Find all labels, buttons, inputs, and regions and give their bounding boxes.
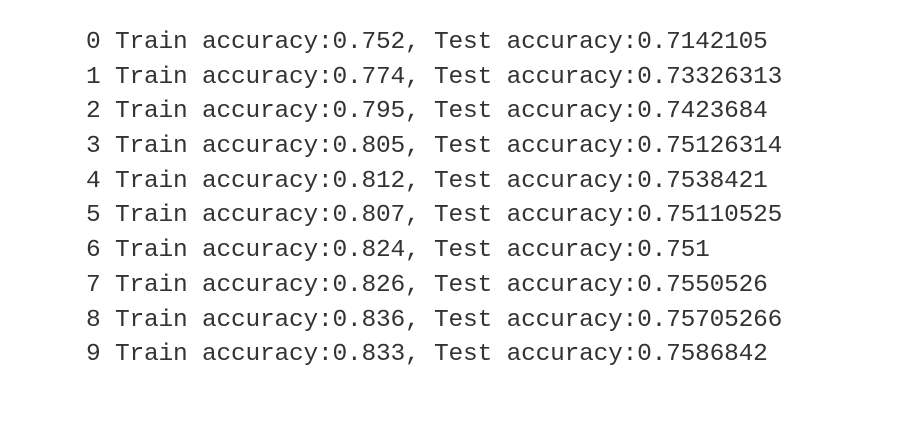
output-line: 6 Train accuracy:0.824, Test accuracy:0.… <box>86 237 710 265</box>
console-output: 0 Train accuracy:0.752, Test accuracy:0.… <box>86 26 876 373</box>
output-line: 3 Train accuracy:0.805, Test accuracy:0.… <box>86 133 783 161</box>
output-line: 8 Train accuracy:0.836, Test accuracy:0.… <box>86 306 783 334</box>
output-line: 4 Train accuracy:0.812, Test accuracy:0.… <box>86 167 768 195</box>
output-line: 0 Train accuracy:0.752, Test accuracy:0.… <box>86 29 768 56</box>
output-line: 5 Train accuracy:0.807, Test accuracy:0.… <box>86 202 783 230</box>
output-line: 7 Train accuracy:0.826, Test accuracy:0.… <box>86 271 768 299</box>
output-line: 2 Train accuracy:0.795, Test accuracy:0.… <box>86 98 768 126</box>
output-line: 1 Train accuracy:0.774, Test accuracy:0.… <box>86 63 783 91</box>
output-line: 9 Train accuracy:0.833, Test accuracy:0.… <box>86 341 768 369</box>
